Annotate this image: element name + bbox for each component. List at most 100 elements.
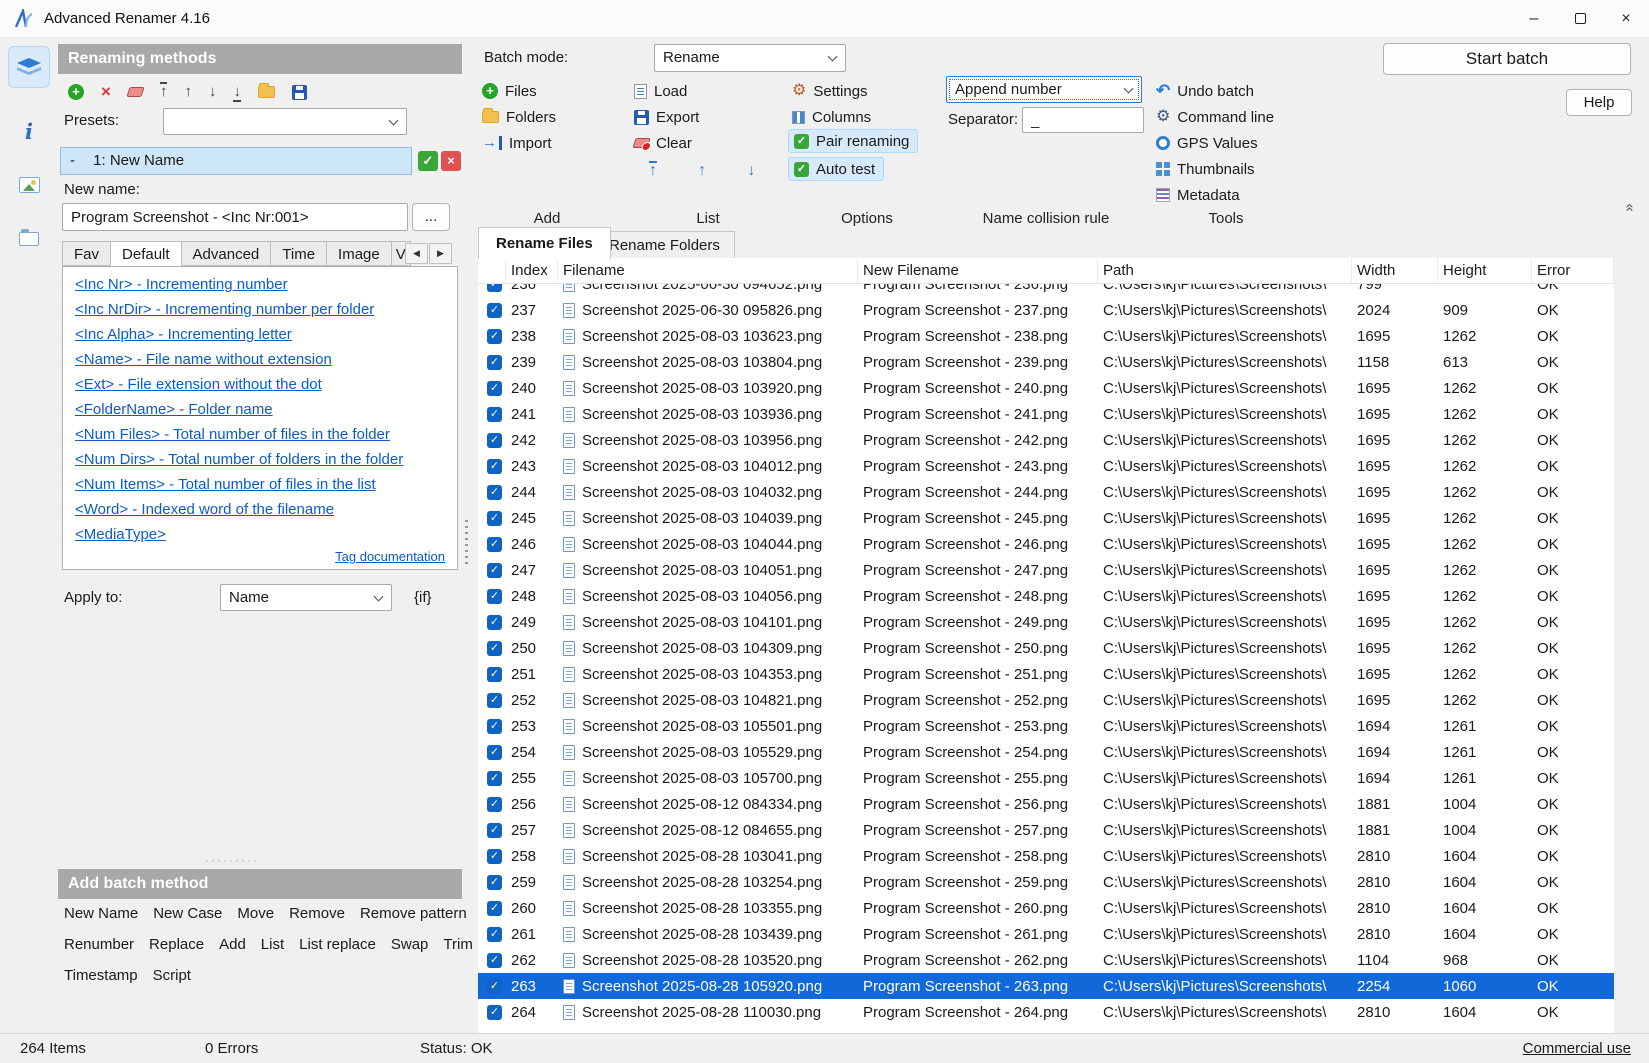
tab-default[interactable]: Default [110, 241, 182, 267]
column-header-filename[interactable]: Filename [558, 258, 858, 283]
table-row-247[interactable]: ✓247Screenshot 2025-08-03 104051.pngProg… [478, 557, 1614, 583]
method-remove-button[interactable]: × [441, 151, 461, 171]
table-row-257[interactable]: ✓257Screenshot 2025-08-12 084655.pngProg… [478, 817, 1614, 843]
tag-link-num-items[interactable]: <Num Items> - Total number of files in t… [75, 472, 457, 497]
method-script[interactable]: Script [153, 967, 191, 984]
thumbnails-button[interactable]: Thumbnails [1156, 158, 1255, 180]
table-row-258[interactable]: ✓258Screenshot 2025-08-28 103041.pngProg… [478, 843, 1614, 869]
table-row-246[interactable]: ✓246Screenshot 2025-08-03 104044.pngProg… [478, 531, 1614, 557]
row-checkbox[interactable]: ✓ [487, 537, 502, 552]
undo-batch-button[interactable]: ↶ Undo batch [1156, 80, 1254, 102]
table-row-243[interactable]: ✓243Screenshot 2025-08-03 104012.pngProg… [478, 453, 1614, 479]
add-folders-button[interactable]: Folders [482, 106, 556, 128]
method-new-case[interactable]: New Case [153, 905, 222, 922]
row-checkbox[interactable]: ✓ [487, 849, 502, 864]
move-method-up-icon[interactable]: ↑ [184, 84, 192, 100]
row-checkbox[interactable]: ✓ [487, 771, 502, 786]
table-row-249[interactable]: ✓249Screenshot 2025-08-03 104101.pngProg… [478, 609, 1614, 635]
minimize-button[interactable]: – [1511, 0, 1557, 37]
table-row-239[interactable]: ✓239Screenshot 2025-08-03 103804.pngProg… [478, 349, 1614, 375]
clear-button[interactable]: Clear [634, 132, 692, 154]
tag-link-num-files[interactable]: <Num Files> - Total number of files in t… [75, 422, 457, 447]
row-checkbox[interactable]: ✓ [487, 719, 502, 734]
row-checkbox[interactable]: ✓ [487, 329, 502, 344]
method-list[interactable]: List [261, 936, 284, 953]
method-swap[interactable]: Swap [391, 936, 429, 953]
table-row-253[interactable]: ✓253Screenshot 2025-08-03 105501.pngProg… [478, 713, 1614, 739]
column-header-index[interactable]: Index [506, 258, 558, 283]
tab-scroll-right-button[interactable]: ▶ [429, 243, 452, 264]
table-row-250[interactable]: ✓250Screenshot 2025-08-03 104309.pngProg… [478, 635, 1614, 661]
table-row-263[interactable]: ✓263Screenshot 2025-08-28 105920.pngProg… [478, 973, 1614, 999]
export-button[interactable]: Export [634, 106, 699, 128]
apply-to-combobox[interactable]: Name [220, 584, 392, 611]
table-row-236[interactable]: ✓236Screenshot 2025-06-30 094652.pngProg… [478, 284, 1614, 297]
table-row-248[interactable]: ✓248Screenshot 2025-08-03 104056.pngProg… [478, 583, 1614, 609]
move-method-bottom-icon[interactable]: ↓ [233, 84, 241, 100]
commercial-use-link[interactable]: Commercial use [1523, 1034, 1631, 1063]
table-row-255[interactable]: ✓255Screenshot 2025-08-03 105700.pngProg… [478, 765, 1614, 791]
presets-combobox[interactable] [163, 108, 407, 135]
load-button[interactable]: Load [634, 80, 687, 102]
method-remove-pattern[interactable]: Remove pattern [360, 905, 467, 922]
tag-link-ext[interactable]: <Ext> - File extension without the dot [75, 372, 457, 397]
tab-time[interactable]: Time [270, 241, 327, 266]
row-checkbox[interactable]: ✓ [487, 433, 502, 448]
rail-renaming-methods-button[interactable] [8, 46, 50, 88]
table-row-240[interactable]: ✓240Screenshot 2025-08-03 103920.pngProg… [478, 375, 1614, 401]
tab-scroll-left-button[interactable]: ◀ [405, 243, 428, 264]
column-header-checkbox[interactable] [478, 258, 506, 283]
maximize-button[interactable] [1557, 0, 1603, 37]
save-preset-icon[interactable] [292, 85, 307, 100]
tab-advanced[interactable]: Advanced [181, 241, 272, 266]
separator-input[interactable] [1022, 107, 1144, 133]
tab-rename-folders[interactable]: Rename Folders [594, 231, 735, 259]
table-row-262[interactable]: ✓262Screenshot 2025-08-28 103520.pngProg… [478, 947, 1614, 973]
table-row-256[interactable]: ✓256Screenshot 2025-08-12 084334.pngProg… [478, 791, 1614, 817]
row-checkbox[interactable]: ✓ [487, 355, 502, 370]
table-row-252[interactable]: ✓252Screenshot 2025-08-03 104821.pngProg… [478, 687, 1614, 713]
method-add[interactable]: Add [219, 936, 246, 953]
browse-button[interactable]: ... [412, 203, 450, 231]
method-list-replace[interactable]: List replace [299, 936, 376, 953]
open-preset-icon[interactable] [258, 86, 275, 98]
row-checkbox[interactable]: ✓ [487, 797, 502, 812]
row-checkbox[interactable]: ✓ [487, 875, 502, 890]
column-header-new-filename[interactable]: New Filename [858, 258, 1098, 283]
tag-documentation-link[interactable]: Tag documentation [335, 549, 445, 564]
method-trim[interactable]: Trim [443, 936, 472, 953]
row-checkbox[interactable]: ✓ [487, 979, 502, 994]
row-checkbox[interactable]: ✓ [487, 303, 502, 318]
move-row-top-icon[interactable]: ↑ [649, 163, 657, 179]
move-method-down-icon[interactable]: ↓ [209, 84, 217, 100]
column-header-width[interactable]: Width [1352, 258, 1438, 283]
table-row-241[interactable]: ✓241Screenshot 2025-08-03 103936.pngProg… [478, 401, 1614, 427]
table-row-237[interactable]: ✓237Screenshot 2025-06-30 095826.pngProg… [478, 297, 1614, 323]
column-header-path[interactable]: Path [1098, 258, 1352, 283]
table-row-251[interactable]: ✓251Screenshot 2025-08-03 104353.pngProg… [478, 661, 1614, 687]
row-checkbox[interactable]: ✓ [487, 284, 502, 292]
move-row-down-icon[interactable]: ↓ [747, 163, 755, 179]
table-row-244[interactable]: ✓244Screenshot 2025-08-03 104032.pngProg… [478, 479, 1614, 505]
help-button[interactable]: Help [1566, 89, 1632, 116]
start-batch-button[interactable]: Start batch [1383, 43, 1631, 75]
row-checkbox[interactable]: ✓ [487, 641, 502, 656]
if-badge[interactable]: {if} [414, 589, 432, 606]
column-header-error[interactable]: Error [1532, 258, 1614, 283]
tag-link-foldername[interactable]: <FolderName> - Folder name [75, 397, 457, 422]
row-checkbox[interactable]: ✓ [487, 745, 502, 760]
column-header-height[interactable]: Height [1438, 258, 1532, 283]
method-item-new-name[interactable]: - 1: New Name [60, 147, 412, 175]
table-row-259[interactable]: ✓259Screenshot 2025-08-28 103254.pngProg… [478, 869, 1614, 895]
row-checkbox[interactable]: ✓ [487, 381, 502, 396]
move-method-top-icon[interactable]: ↑ [160, 84, 168, 100]
table-row-242[interactable]: ✓242Screenshot 2025-08-03 103956.pngProg… [478, 427, 1614, 453]
tag-link-inc-nrdir[interactable]: <Inc NrDir> - Incrementing number per fo… [75, 297, 457, 322]
gps-values-button[interactable]: GPS Values [1156, 132, 1258, 154]
close-button[interactable]: × [1603, 0, 1649, 37]
method-replace[interactable]: Replace [149, 936, 204, 953]
metadata-button[interactable]: Metadata [1156, 184, 1240, 206]
table-row-260[interactable]: ✓260Screenshot 2025-08-28 103355.pngProg… [478, 895, 1614, 921]
method-collapse-toggle[interactable]: - [70, 152, 75, 169]
row-checkbox[interactable]: ✓ [487, 1005, 502, 1020]
